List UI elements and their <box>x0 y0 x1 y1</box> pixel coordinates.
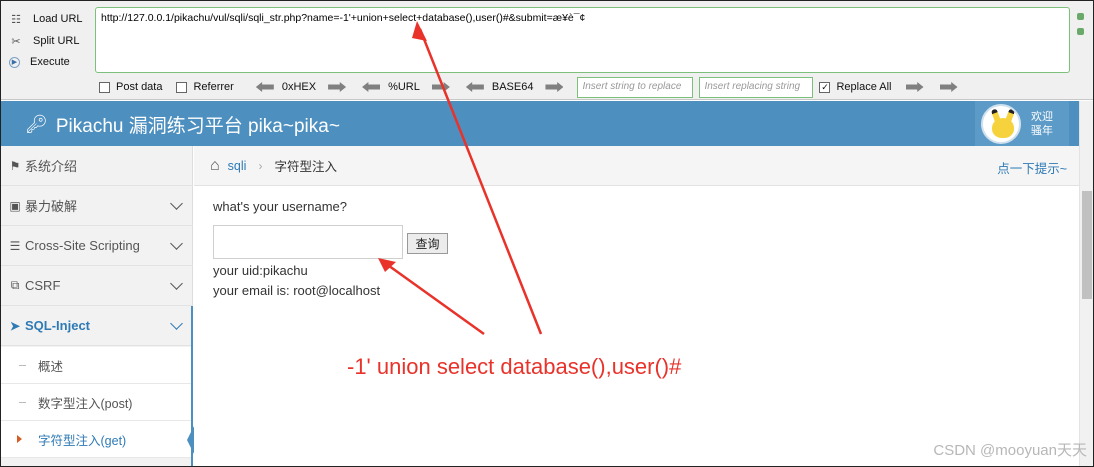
username-input[interactable] <box>213 225 403 259</box>
insert-string-field[interactable]: Insert string to replace <box>577 76 694 98</box>
sidebar-item-label: CSRF <box>25 278 61 293</box>
annotation-text: -1' union select database(),user()# <box>347 354 682 379</box>
referrer-label: Referrer <box>193 81 234 93</box>
chevron-down-icon <box>170 237 183 250</box>
arrow-left-icon[interactable] <box>465 82 484 92</box>
lock-icon: ▣ <box>9 198 21 213</box>
sidebar-subitem-label: 概述 <box>38 359 64 374</box>
split-url-label: Split URL <box>33 35 80 47</box>
main-content: what's your username? 查询 your uid:pikach… <box>194 187 1079 466</box>
chevron-down-icon <box>170 277 183 290</box>
referrer-checkbox[interactable]: Referrer <box>176 81 234 93</box>
referrer-box <box>176 81 188 93</box>
scrollbar-thumb[interactable] <box>1082 191 1092 299</box>
load-url-button[interactable]: ☷ Load URL <box>9 9 83 29</box>
post-data-box <box>99 81 110 93</box>
sidebar-item-bruteforce[interactable]: ▣ 暴力破解 <box>1 186 193 226</box>
replacing-string-field[interactable]: Insert replacing string <box>699 76 814 98</box>
sidebar-item-xss[interactable]: ☰ Cross-Site Scripting <box>1 226 193 266</box>
share-icon: ⧉ <box>10 278 20 292</box>
sidebar-item-csrf[interactable]: ⧉ CSRF <box>1 266 193 306</box>
sidebar-item-label: SQL-Inject <box>25 318 91 333</box>
sidebar-item-label: 暴力破解 <box>25 199 78 214</box>
username-question: what's your username? <box>213 199 347 214</box>
execute-button[interactable]: ▶ Execute <box>9 52 70 72</box>
active-pointer-icon <box>187 426 194 454</box>
site-brand[interactable]: 🔑︎ Pikachu 漏洞练习平台 pika~pika~ <box>25 111 340 138</box>
replace-all-checkbox[interactable]: ✓ Replace All <box>819 81 892 93</box>
caret-right-icon <box>17 435 22 443</box>
sidebar: ⚑ 系统介绍 ▣ 暴力破解 ☰ Cross-Site Scripting ⧉ C… <box>1 146 193 466</box>
arrow-left-icon[interactable] <box>255 82 274 92</box>
base64-label: BASE64 <box>491 81 534 93</box>
key-icon: 🔑︎ <box>25 114 48 134</box>
sidebar-item-intro[interactable]: ⚑ 系统介绍 <box>1 146 193 186</box>
hex-label: 0xHEX <box>281 81 317 93</box>
user-box[interactable]: 欢迎 骚年 <box>975 101 1069 146</box>
hackbar-toolbar: Post data Referrer 0xHEX %URL BASE64 Ins… <box>99 76 966 98</box>
arrow-right-icon[interactable] <box>431 82 450 92</box>
plane-icon: ➤ <box>9 318 21 333</box>
sidebar-subitem-label: 数字型注入(post) <box>38 396 133 411</box>
chevron-down-icon <box>170 317 183 330</box>
load-url-label: Load URL <box>33 13 83 25</box>
result-uid: your uid:pikachu <box>213 263 308 278</box>
sidebar-subitem-overview[interactable]: 概述 <box>1 347 193 384</box>
sidebar-item-sqli[interactable]: ➤ SQL-Inject <box>1 306 193 346</box>
chevron-right-icon: › <box>258 158 263 173</box>
arrow-right-icon[interactable] <box>545 82 564 92</box>
url-encode-label: %URL <box>388 81 420 93</box>
welcome-line: 骚年 <box>1031 124 1053 137</box>
home-icon[interactable]: ⌂ <box>210 157 220 175</box>
execute-icon: ▶ <box>9 56 20 68</box>
sidebar-item-label: 系统介绍 <box>25 159 78 174</box>
arrow-right-icon[interactable] <box>939 82 958 92</box>
replace-all-label: Replace All <box>836 81 892 93</box>
hint-link[interactable]: 点一下提示~ <box>997 158 1067 177</box>
post-data-checkbox[interactable]: Post data <box>99 81 162 93</box>
sidebar-subitem-string-get[interactable]: 字符型注入(get) <box>1 421 193 458</box>
expand-icon[interactable] <box>1077 28 1084 35</box>
sidebar-item-label: Cross-Site Scripting <box>25 238 140 253</box>
sitemap-icon: ☰ <box>9 238 21 253</box>
hackbar-panel: ☷ Load URL ✂ Split URL ▶ Execute http://… <box>1 1 1093 100</box>
sidebar-subitem-numeric-post[interactable]: 数字型注入(post) <box>1 384 193 421</box>
breadcrumb-link-sqli[interactable]: sqli <box>228 159 247 173</box>
avatar <box>981 103 1021 144</box>
dash-icon <box>19 402 26 403</box>
breadcrumb-current: 字符型注入 <box>274 160 337 174</box>
execute-label: Execute <box>30 56 70 68</box>
avatar-face <box>992 117 1014 138</box>
collapse-icon[interactable] <box>1077 13 1084 20</box>
dash-icon <box>19 365 26 366</box>
page-scrollbar[interactable] <box>1079 101 1093 466</box>
split-url-button[interactable]: ✂ Split URL <box>9 31 79 51</box>
breadcrumb: ⌂ sqli › 字符型注入 点一下提示~ <box>194 146 1079 186</box>
query-button[interactable]: 查询 <box>407 233 448 254</box>
arrow-right-icon[interactable] <box>328 82 347 92</box>
site-title: Pikachu 漏洞练习平台 pika~pika~ <box>55 116 340 137</box>
result-email: your email is: root@localhost <box>213 283 381 298</box>
arrow-left-icon[interactable] <box>362 82 381 92</box>
url-textarea[interactable]: http://127.0.0.1/pikachu/vul/sqli/sqli_s… <box>95 7 1070 73</box>
screenshot-frame: ☷ Load URL ✂ Split URL ▶ Execute http://… <box>0 0 1094 467</box>
post-data-label: Post data <box>116 81 163 93</box>
scissors-icon: ✂ <box>11 35 21 48</box>
tag-icon: ⚑ <box>9 158 21 173</box>
load-url-icon: ☷ <box>11 13 21 26</box>
watermark: CSDN @mooyuan天天 <box>933 442 1087 459</box>
replace-all-box: ✓ <box>819 81 831 93</box>
sidebar-subitem-label: 字符型注入(get) <box>38 433 127 448</box>
chevron-down-icon <box>170 197 183 210</box>
welcome-line: 欢迎 <box>1031 110 1053 123</box>
site-header: 🔑︎ Pikachu 漏洞练习平台 pika~pika~ 欢迎 骚年 <box>1 101 1079 146</box>
arrow-right-icon[interactable] <box>905 82 924 92</box>
welcome-text: 欢迎 骚年 <box>1031 110 1053 138</box>
